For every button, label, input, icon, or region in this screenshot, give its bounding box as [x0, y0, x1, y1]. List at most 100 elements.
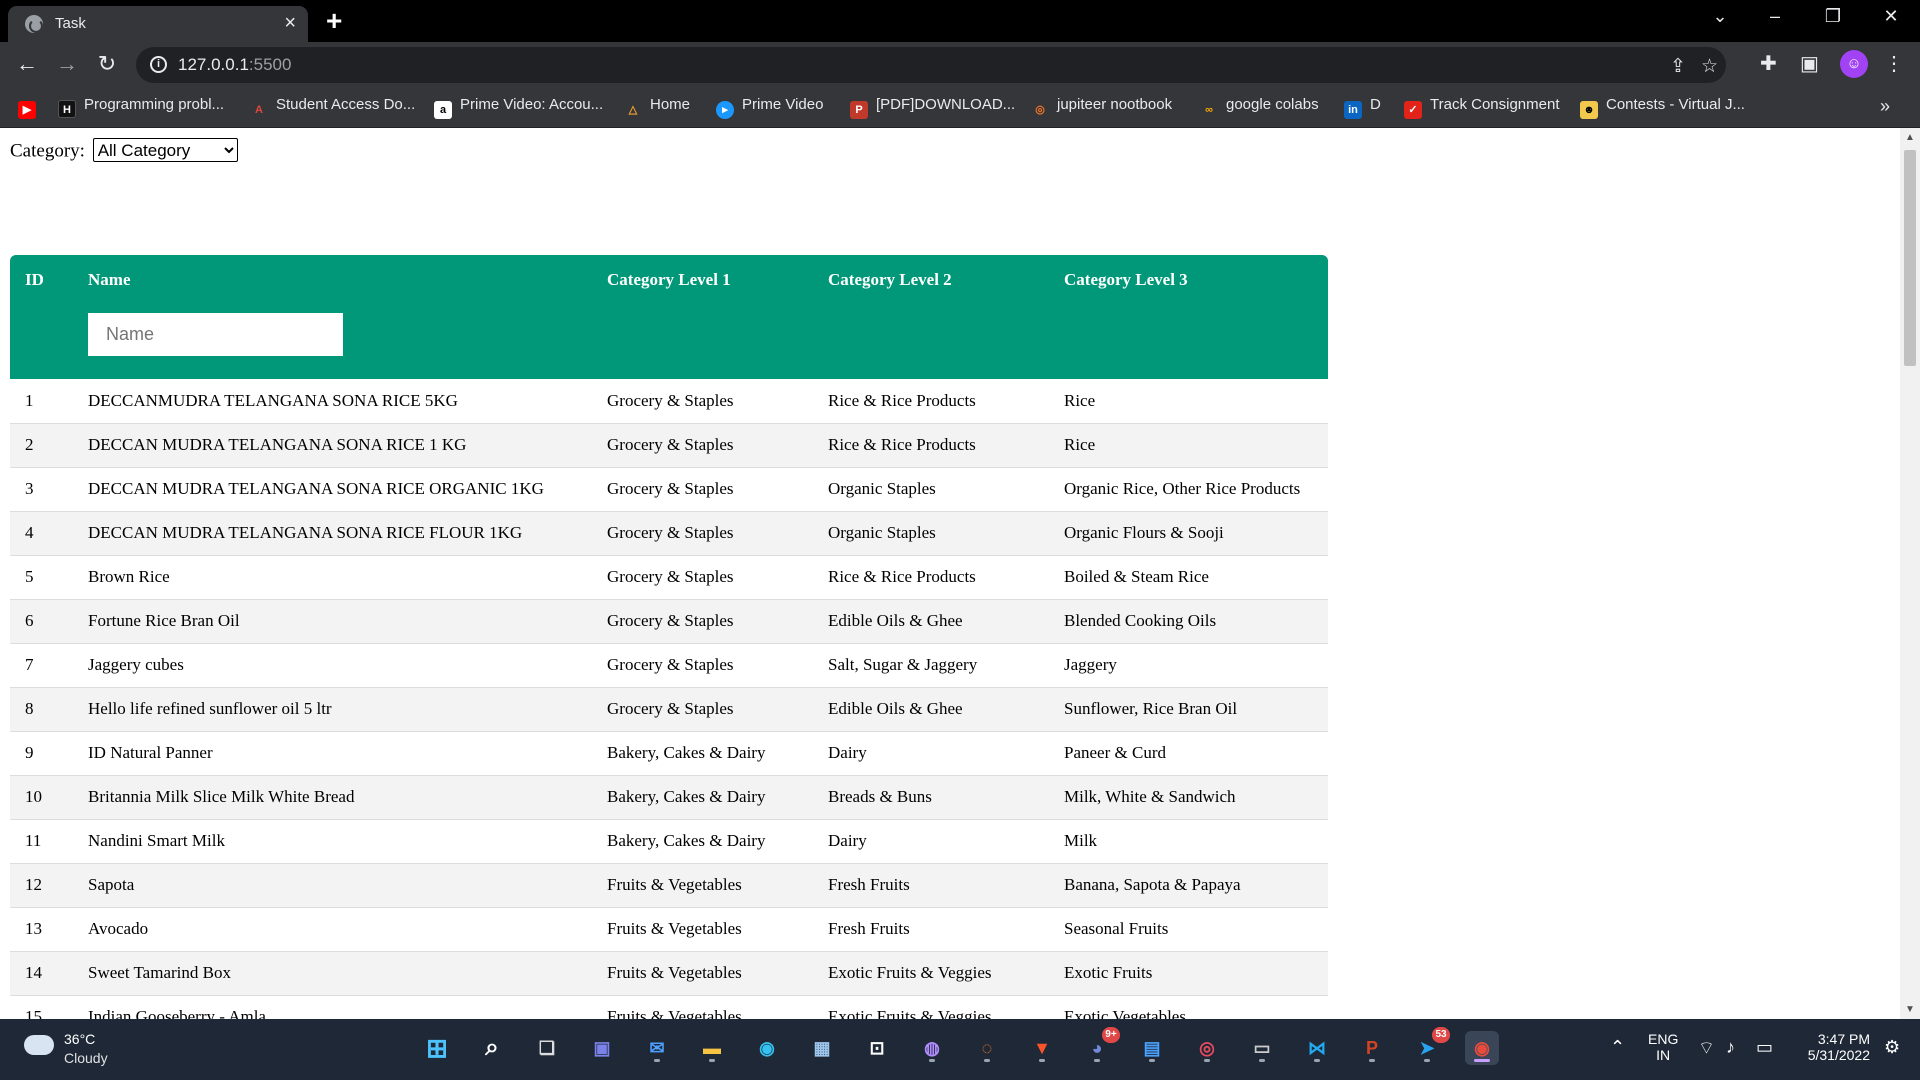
- cell-id: 6: [10, 599, 73, 644]
- address-bar[interactable]: i 127.0.0.1:5500 ⇪ ☆: [136, 47, 1726, 83]
- notepad-icon[interactable]: ▤: [1135, 1031, 1169, 1065]
- cell-id: 8: [10, 687, 73, 732]
- name-filter-input[interactable]: [88, 313, 343, 356]
- cell-name: Avocado: [73, 907, 592, 952]
- clock-time: 3:47 PM: [1817, 1031, 1870, 1047]
- discord-icon[interactable]: ◕ 9+: [1080, 1027, 1120, 1065]
- teams-chat-icon[interactable]: ▣: [585, 1031, 619, 1065]
- store-icon[interactable]: ⊡: [860, 1031, 894, 1065]
- profile-avatar[interactable]: ☺: [1840, 50, 1868, 78]
- cell-category-3: Blended Cooking Oils: [1049, 599, 1328, 644]
- scroll-down-icon[interactable]: ▼: [1900, 1004, 1920, 1015]
- vscode-icon[interactable]: ⋈: [1300, 1031, 1334, 1065]
- new-tab-button[interactable]: +: [326, 5, 342, 37]
- header-name-label: Name: [88, 270, 131, 289]
- header-name: Name: [73, 255, 592, 379]
- cell-name: ID Natural Panner: [73, 731, 592, 776]
- cell-category-1: Grocery & Staples: [592, 643, 813, 688]
- cell-category-1: Fruits & Vegetables: [592, 951, 813, 996]
- cell-id: 3: [10, 467, 73, 512]
- app-red-icon[interactable]: ◎: [1190, 1031, 1224, 1065]
- globe-icon: [25, 15, 43, 33]
- bookmark-9[interactable]: ✓ Track Consignment: [1404, 96, 1560, 120]
- bookmark-0[interactable]: H Programming probl...: [58, 96, 224, 120]
- cell-category-2: Dairy: [813, 819, 1049, 864]
- cell-category-1: Fruits & Vegetables: [592, 863, 813, 908]
- restore-button[interactable]: ❐: [1813, 6, 1853, 27]
- github-icon[interactable]: ◍: [915, 1031, 949, 1065]
- cell-category-2: Fresh Fruits: [813, 863, 1049, 908]
- more-bookmarks-icon[interactable]: »: [1880, 96, 1890, 117]
- cell-name: Jaggery cubes: [73, 643, 592, 688]
- cell-category-3: Boiled & Steam Rice: [1049, 555, 1328, 600]
- jupyter-app-icon[interactable]: ◌: [970, 1031, 1004, 1065]
- taskbar: 36°C Cloudy ⊞ ⌕ ❏ ▣ ✉ ▬ ◉ ▦ ⊡ ◍ ◌ ▼ ◕ 9+ …: [0, 1019, 1920, 1080]
- photos-icon[interactable]: ▦: [805, 1031, 839, 1065]
- table-row: 2 DECCAN MUDRA TELANGANA SONA RICE 1 KG Gr…: [10, 423, 1328, 468]
- cell-category-3: Organic Flours & Sooji: [1049, 511, 1328, 556]
- pdf-icon: P: [850, 101, 868, 119]
- site-info-icon[interactable]: i: [150, 56, 167, 73]
- chrome-icon[interactable]: ◉: [1465, 1031, 1499, 1065]
- table-body: 1 DECCANMUDRA TELANGANA SONA RICE 5KG Groc…: [10, 379, 1328, 1019]
- bookmark-1[interactable]: A Student Access Do...: [250, 96, 415, 120]
- terminal-icon[interactable]: ▭: [1245, 1031, 1279, 1065]
- language-indicator[interactable]: ENG IN: [1648, 1031, 1678, 1063]
- back-button[interactable]: ←: [12, 51, 42, 77]
- wifi-icon[interactable]: ⌔: [1698, 1037, 1715, 1060]
- volume-icon[interactable]: ♪: [1726, 1037, 1735, 1058]
- powerpoint-icon[interactable]: P: [1355, 1031, 1389, 1065]
- close-tab-icon[interactable]: ×: [284, 12, 296, 35]
- bookmark-4[interactable]: ▸ Prime Video: [716, 96, 823, 120]
- cell-category-2: Edible Oils & Ghee: [813, 687, 1049, 732]
- bookmarks-bar: ▶ H Programming probl... A Student Access …: [0, 88, 1920, 128]
- window-close-button[interactable]: ✕: [1871, 6, 1911, 27]
- page-scrollbar[interactable]: ▲ ▼: [1900, 128, 1920, 1019]
- scrollbar-thumb[interactable]: [1904, 150, 1916, 366]
- cell-category-3: Jaggery: [1049, 643, 1328, 688]
- show-hidden-icons[interactable]: ⌃: [1610, 1037, 1625, 1058]
- bookmark-6[interactable]: ◎ jupiteer nootbook: [1031, 96, 1172, 120]
- edge-icon[interactable]: ◉: [750, 1031, 784, 1065]
- category-select[interactable]: All Category: [92, 138, 238, 162]
- bookmark-5[interactable]: P [PDF]DOWNLOAD...: [850, 96, 1015, 120]
- cell-name: Hello life refined sunflower oil 5 ltr: [73, 687, 592, 732]
- bookmark-10[interactable]: ☻ Contests - Virtual J...: [1580, 96, 1745, 120]
- brave-icon[interactable]: ▼: [1025, 1031, 1059, 1065]
- bookmark-7[interactable]: ∞ google colabs: [1200, 96, 1319, 120]
- cell-category-2: Rice & Rice Products: [813, 555, 1049, 600]
- reload-button[interactable]: ↻: [92, 51, 122, 77]
- bookmark-8[interactable]: in D: [1344, 96, 1381, 120]
- cell-category-3: Milk: [1049, 819, 1328, 864]
- autodesk-icon: A: [255, 104, 263, 116]
- mail-icon[interactable]: ✉: [640, 1031, 674, 1065]
- side-panel-icon[interactable]: ▣: [1800, 51, 1819, 76]
- header-id: ID: [25, 270, 44, 289]
- prime-video-icon: ▸: [716, 101, 734, 119]
- scroll-up-icon[interactable]: ▲: [1900, 132, 1920, 143]
- bookmark-youtube[interactable]: ▶: [18, 96, 44, 120]
- menu-icon[interactable]: ⋮: [1884, 51, 1904, 76]
- table-row: 1 DECCANMUDRA TELANGANA SONA RICE 5KG Groc…: [10, 379, 1328, 424]
- minimize-button[interactable]: –: [1755, 6, 1795, 27]
- task-view-icon[interactable]: ❏: [530, 1031, 564, 1065]
- telegram-icon[interactable]: ➤ 53: [1410, 1027, 1450, 1065]
- bookmark-3[interactable]: △ Home: [624, 96, 690, 120]
- clock-date: 5/31/2022: [1807, 1047, 1870, 1063]
- battery-icon[interactable]: ▭: [1756, 1037, 1773, 1058]
- extensions-icon[interactable]: ✚: [1760, 51, 1777, 76]
- cell-category-2: Salt, Sugar & Jaggery: [813, 643, 1049, 688]
- forward-button[interactable]: →: [52, 51, 82, 77]
- bookmark-2[interactable]: a Prime Video: Accou...: [434, 96, 603, 120]
- notifications-icon[interactable]: ⚙: [1884, 1037, 1900, 1058]
- start-icon[interactable]: ⊞: [420, 1031, 454, 1065]
- tab-search-icon[interactable]: ⌄: [1700, 6, 1740, 27]
- bookmark-star-icon[interactable]: ☆: [1701, 55, 1718, 78]
- cell-category-2: Breads & Buns: [813, 775, 1049, 820]
- table-row: 15 Indian Gooseberry - Amla Fruits & Veget…: [10, 995, 1328, 1019]
- share-icon[interactable]: ⇪: [1670, 55, 1686, 78]
- clock[interactable]: 3:47 PM 5/31/2022: [1800, 1031, 1870, 1063]
- file-explorer-icon[interactable]: ▬: [695, 1031, 729, 1065]
- search-icon[interactable]: ⌕: [475, 1031, 509, 1065]
- browser-tab[interactable]: Task ×: [8, 6, 308, 42]
